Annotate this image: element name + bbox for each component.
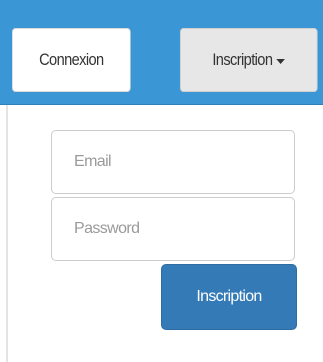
email-field[interactable] [51, 130, 295, 194]
tab-connexion[interactable]: Connexion [12, 28, 131, 92]
tab-connexion-label: Connexion [39, 50, 104, 69]
panel-border [6, 105, 8, 362]
tab-inscription-label: Inscription [212, 50, 273, 69]
caret-down-icon [276, 58, 286, 64]
password-field[interactable] [51, 197, 295, 261]
inscription-button[interactable]: Inscription [161, 264, 297, 330]
tab-inscription-dropdown[interactable]: Inscription [180, 28, 318, 92]
